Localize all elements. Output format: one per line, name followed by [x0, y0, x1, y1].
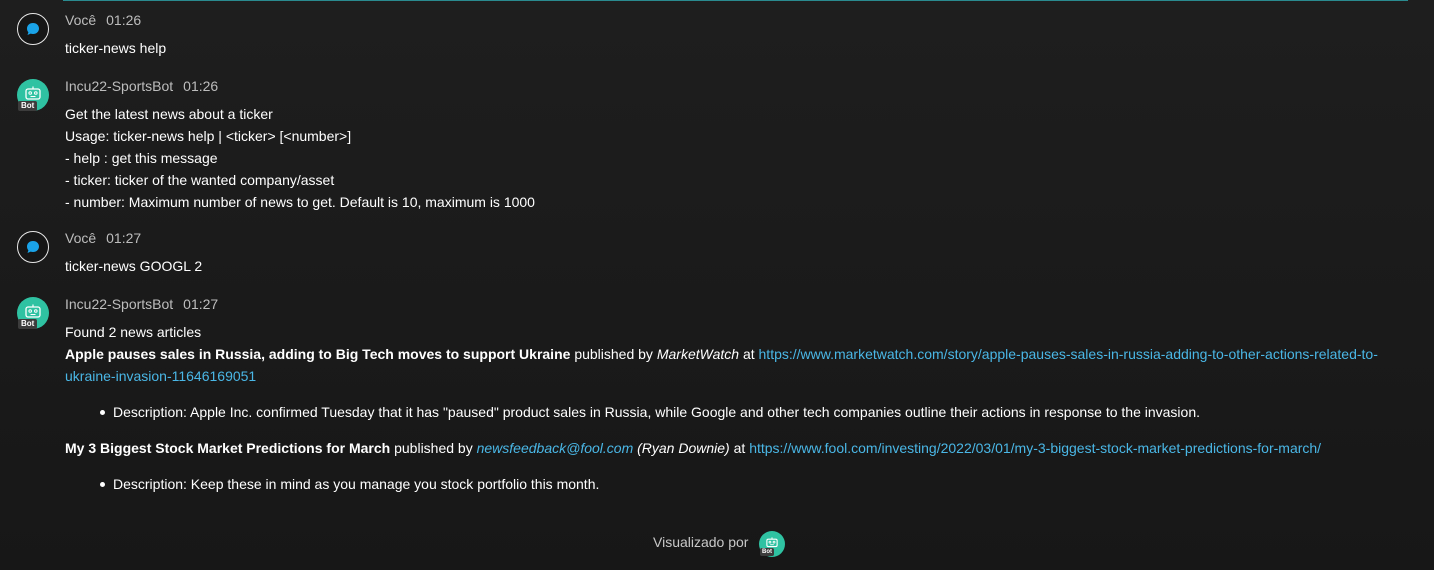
- robot-face-icon: [25, 86, 41, 100]
- article-description: Description: Apple Inc. confirmed Tuesda…: [99, 401, 1200, 423]
- robot-face-icon: [766, 537, 778, 548]
- bot-badge: Bot: [18, 101, 38, 111]
- message-text-line: - ticker: ticker of the wanted company/a…: [65, 172, 335, 188]
- message-header: Você 01:27: [65, 230, 141, 246]
- message-header: Incu22-SportsBot 01:26: [65, 78, 218, 94]
- message-text-line: - help : get this message: [65, 150, 218, 166]
- article-publisher: MarketWatch: [656, 346, 740, 362]
- message-text-line: Usage: ticker-news help | <ticker> [<num…: [65, 128, 352, 144]
- robot-face-icon: [25, 304, 41, 318]
- published-by-label: published by: [574, 346, 653, 362]
- bot-badge: Bot: [760, 548, 774, 556]
- chat-bubble-icon: [27, 241, 39, 253]
- message-time: 01:26: [183, 78, 219, 94]
- published-by-label: published by: [394, 440, 473, 456]
- seen-by-avatar[interactable]: Bot: [759, 531, 785, 557]
- news-article: Apple pauses sales in Russia, adding to …: [65, 343, 1405, 387]
- message-text: ticker-news GOOGL 2: [65, 258, 203, 274]
- user-avatar[interactable]: [17, 13, 49, 45]
- author-name[interactable]: Você: [65, 230, 96, 246]
- author-name[interactable]: Incu22-SportsBot: [65, 296, 173, 312]
- top-divider: [63, 0, 1408, 1]
- message-header: Você 01:26: [65, 12, 141, 28]
- article-author: (Ryan Downie): [637, 440, 730, 456]
- at-label: at: [733, 440, 746, 456]
- message-text-line: Get the latest news about a ticker: [65, 106, 273, 122]
- message-text-line: - number: Maximum number of news to get.…: [65, 194, 535, 210]
- article-title: My 3 Biggest Stock Market Predictions fo…: [65, 440, 391, 456]
- bot-avatar[interactable]: Bot: [17, 79, 49, 111]
- message-time: 01:26: [106, 12, 142, 28]
- bot-badge: Bot: [18, 319, 38, 329]
- message-time: 01:27: [183, 296, 219, 312]
- article-publisher-email[interactable]: newsfeedback@fool.com: [477, 440, 634, 456]
- chat-bubble-icon: [27, 23, 39, 35]
- message-text: ticker-news help: [65, 40, 167, 56]
- seen-by-label: Visualizado por: [653, 534, 749, 550]
- message-header: Incu22-SportsBot 01:27: [65, 296, 218, 312]
- article-description: Description: Keep these in mind as you m…: [99, 473, 599, 495]
- bot-avatar[interactable]: Bot: [17, 297, 49, 329]
- user-avatar[interactable]: [17, 231, 49, 263]
- message-time: 01:27: [106, 230, 142, 246]
- author-name[interactable]: Você: [65, 12, 96, 28]
- author-name[interactable]: Incu22-SportsBot: [65, 78, 173, 94]
- at-label: at: [742, 346, 755, 362]
- article-title: Apple pauses sales in Russia, adding to …: [65, 346, 571, 362]
- news-article: My 3 Biggest Stock Market Predictions fo…: [65, 437, 1405, 459]
- message-text-intro: Found 2 news articles: [65, 324, 202, 340]
- article-link[interactable]: https://www.fool.com/investing/2022/03/0…: [749, 440, 1321, 456]
